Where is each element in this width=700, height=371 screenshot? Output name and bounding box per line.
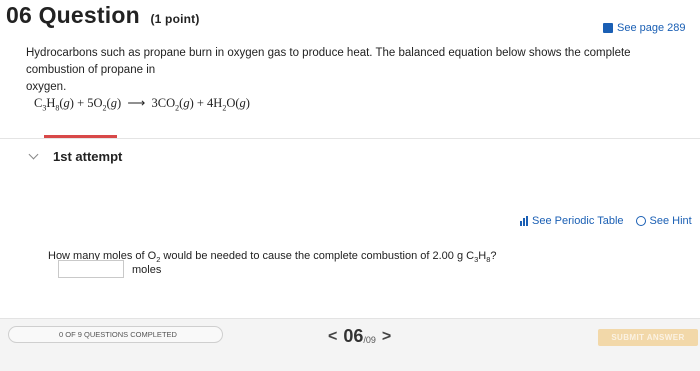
progress-text: 0 OF 9 QUESTIONS COMPLETED — [59, 330, 177, 339]
see-hint-label: See Hint — [649, 215, 692, 227]
attempt-label: 1st attempt — [53, 149, 123, 164]
question-text: Hydrocarbons such as propane burn in oxy… — [26, 45, 676, 96]
answer-units: moles — [132, 264, 162, 276]
questions-progress: 0 OF 9 QUESTIONS COMPLETED — [8, 326, 223, 343]
chemical-equation: C3H8(g) + 5O2(g) ⟶ 3CO2(g) + 4H2O(g) — [34, 96, 250, 113]
attempt-toggle[interactable]: 1st attempt — [28, 149, 123, 164]
question-pager: < 06 /09 > — [328, 326, 391, 347]
see-page-label: See page 289 — [617, 22, 686, 34]
current-question-number: 06 — [343, 326, 364, 346]
see-page-link[interactable]: See page 289 — [603, 22, 686, 34]
answer-input[interactable] — [58, 260, 124, 278]
question-number: 06 — [6, 2, 32, 28]
see-hint-link[interactable]: See Hint — [635, 215, 692, 227]
question-header: 06 Question (1 point) — [6, 2, 200, 29]
lightbulb-icon — [635, 216, 646, 226]
periodic-table-label: See Periodic Table — [532, 215, 624, 227]
divider — [0, 138, 700, 139]
question-text-line1: Hydrocarbons such as propane burn in oxy… — [26, 47, 631, 76]
question-tools: See Periodic Table See Hint — [520, 215, 692, 227]
bar-chart-icon — [520, 216, 528, 226]
book-icon — [603, 23, 613, 33]
question-points: (1 point) — [150, 12, 200, 26]
next-question-button[interactable]: > — [382, 328, 391, 346]
previous-question-button[interactable]: < — [328, 328, 337, 346]
total-questions: /09 — [363, 334, 376, 345]
question-title: Question — [38, 2, 140, 28]
periodic-table-link[interactable]: See Periodic Table — [520, 215, 624, 227]
chevron-down-icon — [28, 149, 39, 160]
question-text-line2: oxygen. — [26, 81, 67, 93]
submit-answer-button[interactable]: SUBMIT ANSWER — [598, 329, 698, 346]
